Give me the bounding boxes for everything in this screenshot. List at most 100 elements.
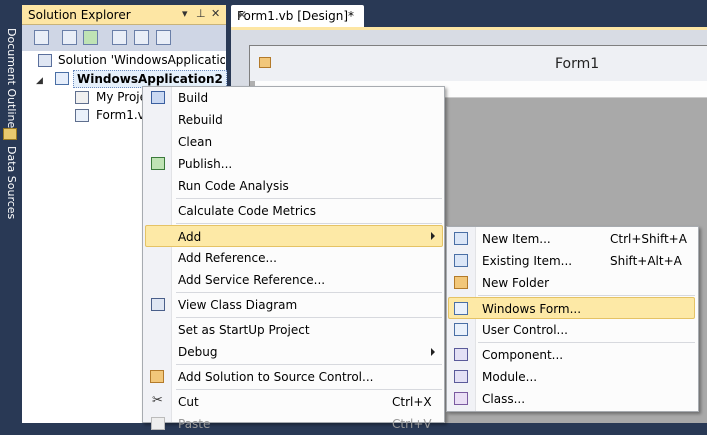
menu-item-label: Set as StartUp Project bbox=[178, 323, 310, 337]
solution-label: Solution 'WindowsApplication2' (1 projec… bbox=[58, 53, 225, 67]
class-icon bbox=[454, 392, 468, 405]
menu-item-cut[interactable]: ✂ Cut Ctrl+X bbox=[145, 391, 443, 413]
component-icon bbox=[454, 348, 468, 361]
menu-item-label: User Control... bbox=[482, 323, 568, 337]
submenu-item-class[interactable]: Class... bbox=[449, 388, 696, 410]
menu-item-label: Windows Form... bbox=[482, 302, 582, 316]
window-position-icon[interactable]: ▾ bbox=[182, 7, 188, 20]
data-sources-icon bbox=[3, 128, 17, 140]
user-control-icon bbox=[454, 323, 468, 336]
submenu-arrow-icon bbox=[431, 232, 435, 240]
build-icon bbox=[151, 91, 165, 104]
module-icon bbox=[454, 370, 468, 383]
submenu-item-windows-form[interactable]: Windows Form... bbox=[448, 297, 695, 319]
vb-project-icon bbox=[55, 72, 69, 85]
menu-item-set-startup-project[interactable]: Set as StartUp Project bbox=[145, 319, 443, 341]
source-control-icon bbox=[150, 370, 164, 383]
menu-separator bbox=[176, 317, 442, 318]
menu-item-label: Calculate Code Metrics bbox=[178, 204, 316, 218]
menu-item-add[interactable]: Add bbox=[145, 225, 443, 247]
solution-explorer-titlebar[interactable]: Solution Explorer ▾ ⊥ ✕ bbox=[22, 5, 226, 25]
menu-item-label: View Class Diagram bbox=[178, 298, 298, 312]
menu-item-build[interactable]: Build bbox=[145, 87, 443, 109]
menu-item-label: Add Service Reference... bbox=[178, 273, 326, 287]
menu-item-add-service-reference[interactable]: Add Service Reference... bbox=[145, 269, 443, 291]
menu-separator bbox=[478, 295, 695, 296]
submenu-item-new-item[interactable]: New Item... Ctrl+Shift+A bbox=[449, 228, 696, 250]
menu-separator bbox=[176, 364, 442, 365]
menu-item-label: Existing Item... bbox=[482, 254, 573, 268]
menu-item-calculate-code-metrics[interactable]: Calculate Code Metrics bbox=[145, 200, 443, 222]
side-tool-strip: Document Outline Data Sources bbox=[0, 0, 20, 423]
submenu-arrow-icon bbox=[431, 348, 435, 356]
menu-item-run-code-analysis[interactable]: Run Code Analysis bbox=[145, 175, 443, 197]
submenu-item-user-control[interactable]: User Control... bbox=[449, 319, 696, 341]
auto-hide-pin-icon[interactable]: ⊥ bbox=[196, 7, 206, 20]
menu-separator bbox=[176, 292, 442, 293]
menu-item-publish[interactable]: Publish... bbox=[145, 153, 443, 175]
data-sources-tab[interactable]: Data Sources bbox=[2, 146, 18, 219]
menu-item-shortcut: Ctrl+X bbox=[392, 395, 432, 409]
menu-item-label: Component... bbox=[482, 348, 564, 362]
expand-collapse-icon[interactable]: ◢ bbox=[36, 76, 43, 86]
menu-item-label: Paste bbox=[178, 417, 211, 431]
menu-separator bbox=[176, 389, 442, 390]
menu-item-label: Add Reference... bbox=[178, 251, 277, 265]
menu-item-view-class-diagram[interactable]: View Class Diagram bbox=[145, 294, 443, 316]
view-designer-icon[interactable] bbox=[134, 30, 149, 45]
menu-item-clean[interactable]: Clean bbox=[145, 131, 443, 153]
form-file-icon bbox=[75, 109, 89, 122]
menu-item-label: Debug bbox=[178, 345, 218, 359]
menu-item-shortcut: Shift+Alt+A bbox=[610, 254, 682, 268]
menu-item-paste[interactable]: Paste Ctrl+V bbox=[145, 413, 443, 435]
menu-item-add-reference[interactable]: Add Reference... bbox=[145, 247, 443, 269]
menu-item-rebuild[interactable]: Rebuild bbox=[145, 109, 443, 131]
solution-icon bbox=[38, 54, 52, 67]
menu-item-debug[interactable]: Debug bbox=[145, 341, 443, 363]
menu-item-label: New Folder bbox=[482, 276, 550, 290]
view-class-diagram-icon[interactable] bbox=[156, 30, 171, 45]
menu-item-label: Cut bbox=[178, 395, 199, 409]
menu-item-shortcut: Ctrl+Shift+A bbox=[610, 232, 687, 246]
new-item-icon bbox=[454, 232, 468, 245]
view-code-icon[interactable] bbox=[112, 30, 127, 45]
document-tab-form1-design[interactable]: Form1.vb [Design]* ✕ bbox=[231, 5, 364, 27]
menu-item-label: Run Code Analysis bbox=[178, 179, 289, 193]
publish-icon bbox=[151, 157, 165, 170]
submenu-item-existing-item[interactable]: Existing Item... Shift+Alt+A bbox=[449, 250, 696, 272]
show-all-files-icon[interactable] bbox=[62, 30, 77, 45]
menu-separator bbox=[478, 342, 695, 343]
refresh-icon[interactable] bbox=[83, 30, 98, 45]
menu-item-label: Add bbox=[178, 230, 202, 244]
my-project-icon bbox=[75, 91, 89, 104]
menu-item-label: New Item... bbox=[482, 232, 551, 246]
close-icon[interactable]: ✕ bbox=[211, 7, 220, 20]
form-title: Form1 bbox=[555, 56, 600, 72]
menu-item-label: Rebuild bbox=[178, 113, 223, 127]
paste-icon bbox=[151, 417, 165, 430]
tab-close-icon[interactable]: ✕ bbox=[237, 8, 358, 22]
submenu-item-new-folder[interactable]: New Folder bbox=[449, 272, 696, 294]
properties-icon[interactable] bbox=[34, 30, 49, 45]
form-titlebar[interactable] bbox=[250, 46, 707, 81]
menu-item-label: Clean bbox=[178, 135, 213, 149]
document-outline-tab[interactable]: Document Outline bbox=[2, 28, 18, 128]
menu-item-label: Publish... bbox=[178, 157, 233, 171]
menu-item-label: Module... bbox=[482, 370, 538, 384]
menu-separator bbox=[176, 223, 442, 224]
windows-form-icon bbox=[454, 302, 468, 315]
submenu-item-component[interactable]: Component... bbox=[449, 344, 696, 366]
menu-item-label: Add Solution to Source Control... bbox=[178, 370, 374, 384]
menu-separator bbox=[176, 198, 442, 199]
class-diagram-icon bbox=[151, 298, 165, 311]
menu-item-add-solution-to-source-control[interactable]: Add Solution to Source Control... bbox=[145, 366, 443, 388]
submenu-item-module[interactable]: Module... bbox=[449, 366, 696, 388]
scissors-icon: ✂ bbox=[152, 393, 163, 408]
menu-item-label: Build bbox=[178, 91, 209, 105]
menu-item-label: Class... bbox=[482, 392, 526, 406]
menu-item-shortcut: Ctrl+V bbox=[392, 417, 432, 431]
solution-explorer-toolbar bbox=[22, 25, 226, 51]
folder-icon bbox=[454, 276, 468, 289]
existing-item-icon bbox=[454, 254, 468, 267]
form-icon bbox=[259, 57, 271, 68]
